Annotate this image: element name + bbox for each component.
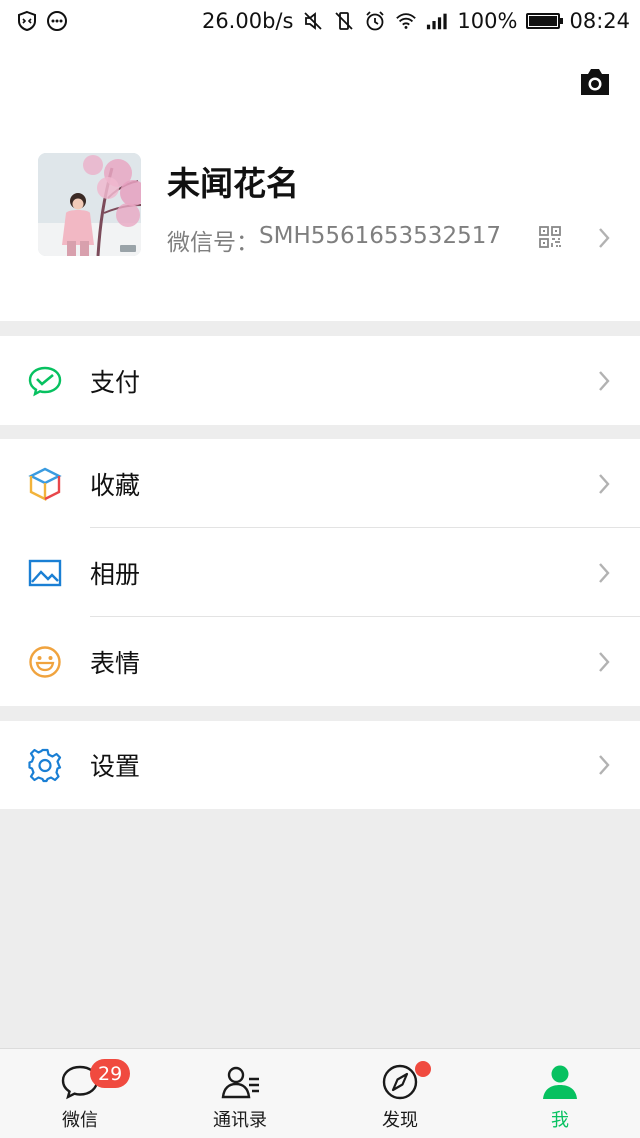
tab-label-discover: 发现: [382, 1110, 418, 1131]
album-icon: [27, 555, 63, 591]
nickname: 未闻花名: [167, 164, 299, 203]
me-person-icon: [543, 1065, 577, 1099]
group-content: 收藏 相册 表情: [0, 439, 640, 706]
tab-label-contacts: 通讯录: [213, 1110, 267, 1131]
alarm-icon: [364, 10, 386, 32]
menu-label-settings: 设置: [90, 752, 141, 781]
chevron-right-icon: [597, 651, 611, 673]
menu-item-settings[interactable]: 设置: [0, 721, 640, 809]
contacts-icon: [221, 1066, 259, 1099]
chevron-right-icon: [597, 754, 611, 776]
menu-item-pay[interactable]: 支付: [0, 336, 640, 425]
vibrate-off-icon: [333, 10, 355, 32]
wechat-id: 微信号： SMH5561653532517: [167, 223, 501, 257]
tab-contacts[interactable]: 通讯录: [160, 1049, 320, 1138]
signal-icon: [426, 10, 448, 32]
battery-level: [529, 16, 558, 26]
tab-label-chats: 微信: [62, 1110, 98, 1131]
new-content-dot: [415, 1061, 431, 1077]
wechat-id-label: 微信号：: [167, 230, 259, 256]
chevron-right-icon: [597, 370, 611, 392]
menu-label-pay: 支付: [90, 367, 141, 397]
group-pay: 支付: [0, 336, 640, 425]
unread-badge: 29: [90, 1059, 131, 1088]
menu-label-album: 相册: [90, 559, 141, 589]
camera-icon[interactable]: [578, 67, 612, 97]
group-settings: 设置: [0, 721, 640, 809]
qr-code-icon[interactable]: [539, 226, 561, 248]
profile-chevron-icon: [597, 227, 611, 249]
tab-me[interactable]: 我: [480, 1049, 640, 1138]
net-speed: 26.00b/s: [201, 9, 294, 33]
menu-item-album[interactable]: 相册: [0, 528, 640, 617]
more-dots-icon: [46, 10, 68, 32]
menu-item-favorites[interactable]: 收藏: [0, 439, 640, 528]
bottom-tab-bar: 微信 29 通讯录 发现 我: [0, 1048, 640, 1138]
wechat-id-value: SMH5561653532517: [259, 223, 501, 249]
tab-chats[interactable]: 微信 29: [0, 1049, 160, 1138]
mute-icon: [302, 10, 324, 32]
avatar[interactable]: [38, 153, 141, 256]
battery-percent: 100%: [457, 9, 518, 33]
menu-label-stickers: 表情: [90, 648, 141, 678]
battery-icon: [526, 13, 564, 29]
wifi-icon: [395, 10, 417, 32]
chevron-right-icon: [597, 562, 611, 584]
menu-item-stickers[interactable]: 表情: [0, 617, 640, 706]
shield-icon: [16, 10, 38, 32]
tab-discover[interactable]: 发现: [320, 1049, 480, 1138]
settings-gear-icon: [27, 747, 63, 783]
favorites-cube-icon: [27, 466, 63, 502]
clock: 08:24: [569, 9, 630, 33]
chevron-right-icon: [597, 473, 611, 495]
pay-icon: [27, 363, 63, 399]
status-bar: 26.00b/s 100% 08:24: [0, 0, 640, 42]
tab-label-me: 我: [551, 1110, 569, 1131]
menu-label-favorites: 收藏: [90, 470, 141, 500]
profile-header[interactable]: 未闻花名 微信号： SMH5561653532517: [0, 42, 640, 321]
stickers-smile-icon: [27, 644, 63, 680]
